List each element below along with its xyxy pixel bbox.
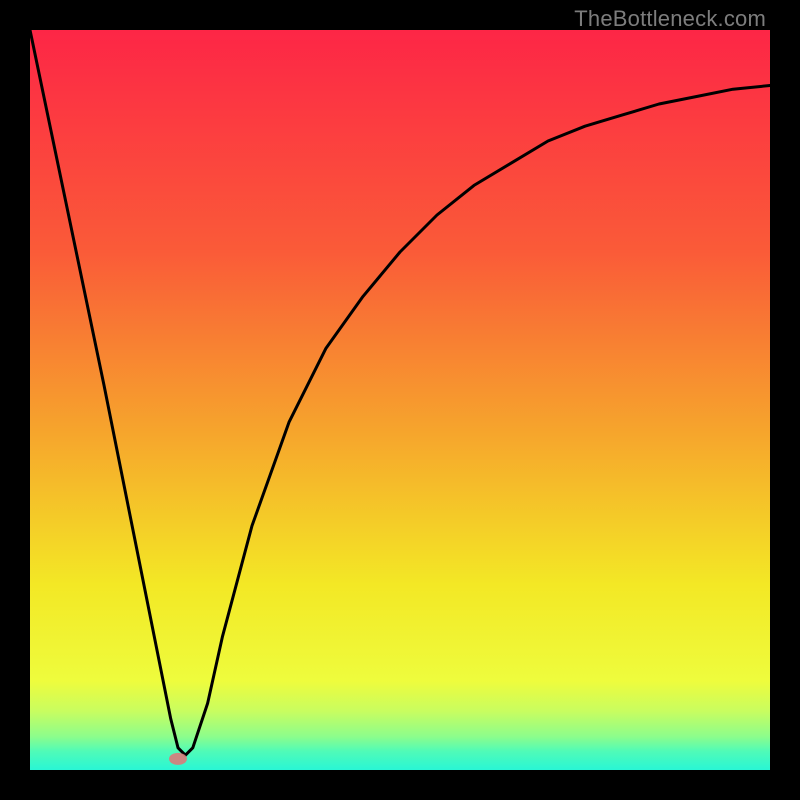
gradient-background [30, 30, 770, 770]
plot-area [30, 30, 770, 770]
watermark-text: TheBottleneck.com [574, 6, 766, 32]
optimal-point-marker [169, 753, 187, 765]
chart-frame: TheBottleneck.com [0, 0, 800, 800]
plot-svg [30, 30, 770, 770]
